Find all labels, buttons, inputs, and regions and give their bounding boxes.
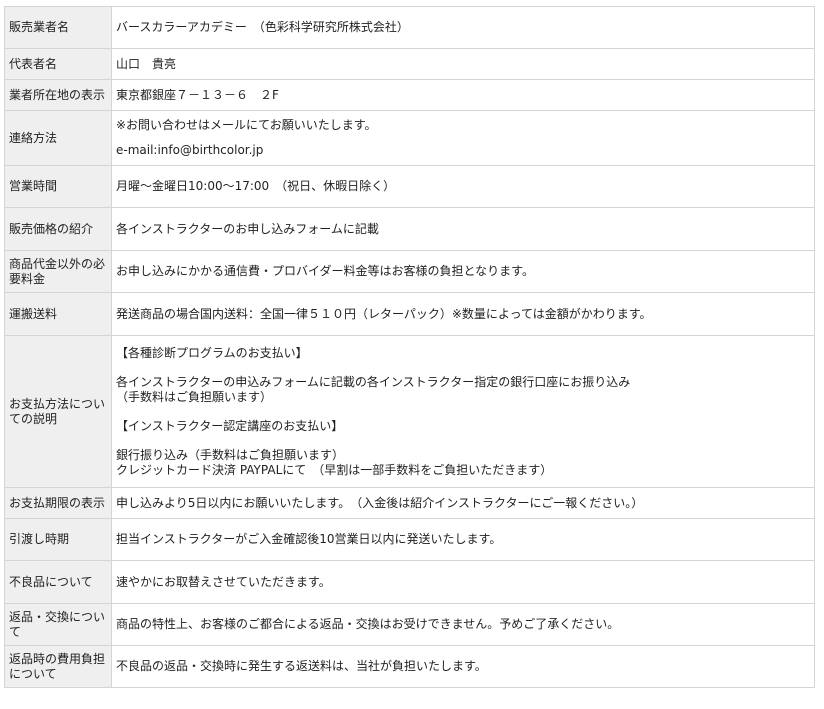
row-value: 東京都銀座７－１３－６ ２F (111, 79, 815, 111)
value-line: 【各種診断プログラムのお支払い】 (116, 345, 308, 360)
table-row: 引渡し時期 担当インストラクターがご入金確認後10営業日以内に発送いたします。 (4, 518, 815, 561)
table-row: 販売業者名 バースカラーアカデミー （色彩科学研究所株式会社） (4, 6, 815, 49)
row-label: 返品・交換について (4, 603, 112, 646)
row-label: お支払方法についての説明 (4, 335, 112, 488)
value-line: 発送商品の場合国内送料：全国一律５１０円（レターパック）※数量によっては金額がか… (116, 306, 652, 321)
row-value: 発送商品の場合国内送料：全国一律５１０円（レターパック）※数量によっては金額がか… (111, 292, 815, 336)
row-value: 速やかにお取替えさせていただきます。 (111, 560, 815, 604)
value-line: 速やかにお取替えさせていただきます。 (116, 574, 331, 589)
table-row: 連絡方法 ※お問い合わせはメールにてお願いいたします。 e-mail:info@… (4, 110, 815, 166)
row-label: 連絡方法 (4, 110, 112, 166)
value-line: （手数料はご負担願います） (116, 389, 273, 404)
row-label: 販売価格の紹介 (4, 207, 112, 251)
email-text: e-mail:info@birthcolor.jp (116, 143, 264, 157)
legal-notice-table: 販売業者名 バースカラーアカデミー （色彩科学研究所株式会社） 代表者名 山口 … (4, 6, 815, 688)
row-value: 山口 貴亮 (111, 48, 815, 80)
value-line: 不良品の返品・交換時に発生する返送料は、当社が負担いたします。 (116, 659, 487, 673)
row-value: 【各種診断プログラムのお支払い】 各インストラクターの申込みフォームに記載の各イ… (111, 335, 815, 488)
row-label: 引渡し時期 (4, 518, 112, 561)
row-label: 不良品について (4, 560, 112, 604)
row-value: 商品の特性上、お客様のご都合による返品・交換はお受けできません。予めご了承くださ… (111, 603, 815, 646)
row-label: 商品代金以外の必要料金 (4, 250, 112, 293)
row-value: ※お問い合わせはメールにてお願いいたします。 e-mail:info@birth… (111, 110, 815, 166)
row-value: 申し込みより5日以内にお願いいたします。 （入金後は紹介インストラクターにご一報… (111, 487, 815, 519)
row-value: バースカラーアカデミー （色彩科学研究所株式会社） (111, 6, 815, 49)
value-line: 申し込みより5日以内にお願いいたします。 （入金後は紹介インストラクターにご一報… (116, 495, 644, 510)
value-line: 商品の特性上、お客様のご都合による返品・交換はお受けできません。予めご了承くださ… (116, 617, 620, 631)
value-line: 東京都銀座７－１３－６ ２F (116, 87, 279, 102)
value-line: 担当インストラクターがご入金確認後10営業日以内に発送いたします。 (116, 532, 502, 546)
value-line: 各インストラクターのお申し込みフォームに記載 (116, 221, 379, 236)
table-row: 業者所在地の表示 東京都銀座７－１３－６ ２F (4, 79, 815, 111)
value-line: バースカラーアカデミー （色彩科学研究所株式会社） (116, 20, 409, 34)
table-row: 商品代金以外の必要料金 お申し込みにかかる通信費・プロバイダー料金等はお客様の負… (4, 250, 815, 293)
table-row: 運搬送料 発送商品の場合国内送料：全国一律５１０円（レターパック）※数量によって… (4, 292, 815, 336)
value-line: 【インストラクター認定講座のお支払い】 (116, 418, 344, 433)
row-label: お支払期限の表示 (4, 487, 112, 519)
table-row: 返品時の費用負担について 不良品の返品・交換時に発生する返送料は、当社が負担いた… (4, 645, 815, 688)
table-row: 代表者名 山口 貴亮 (4, 48, 815, 80)
value-line: 各インストラクターの申込みフォームに記載の各インストラクター指定の銀行口座にお振… (116, 374, 631, 389)
row-value: 各インストラクターのお申し込みフォームに記載 (111, 207, 815, 251)
row-value: 担当インストラクターがご入金確認後10営業日以内に発送いたします。 (111, 518, 815, 561)
row-value: 不良品の返品・交換時に発生する返送料は、当社が負担いたします。 (111, 645, 815, 688)
value-line: クレジットカード決済 PAYPALにて （早割は一部手数料をご負担いただきます） (116, 462, 553, 477)
table-row: お支払期限の表示 申し込みより5日以内にお願いいたします。 （入金後は紹介インス… (4, 487, 815, 519)
row-value: お申し込みにかかる通信費・プロバイダー料金等はお客様の負担となります。 (111, 250, 815, 293)
table-row: 販売価格の紹介 各インストラクターのお申し込みフォームに記載 (4, 207, 815, 251)
row-label: 業者所在地の表示 (4, 79, 112, 111)
row-label: 営業時間 (4, 165, 112, 208)
row-label: 代表者名 (4, 48, 112, 80)
table-row: 不良品について 速やかにお取替えさせていただきます。 (4, 560, 815, 604)
table-row: お支払方法についての説明 【各種診断プログラムのお支払い】 各インストラクターの… (4, 335, 815, 488)
row-value: 月曜～金曜日10:00～17:00 （祝日、休暇日除く） (111, 165, 815, 208)
value-line: ※お問い合わせはメールにてお願いいたします。 (116, 118, 377, 132)
value-line: 銀行振り込み（手数料はご負担願います） (116, 447, 345, 462)
row-label: 運搬送料 (4, 292, 112, 336)
value-line: お申し込みにかかる通信費・プロバイダー料金等はお客様の負担となります。 (116, 264, 534, 278)
table-row: 返品・交換について 商品の特性上、お客様のご都合による返品・交換はお受けできませ… (4, 603, 815, 646)
value-line: 月曜～金曜日10:00～17:00 （祝日、休暇日除く） (116, 179, 396, 193)
row-label: 返品時の費用負担について (4, 645, 112, 688)
table-row: 営業時間 月曜～金曜日10:00～17:00 （祝日、休暇日除く） (4, 165, 815, 208)
value-line: 山口 貴亮 (116, 56, 177, 71)
row-label: 販売業者名 (4, 6, 112, 49)
